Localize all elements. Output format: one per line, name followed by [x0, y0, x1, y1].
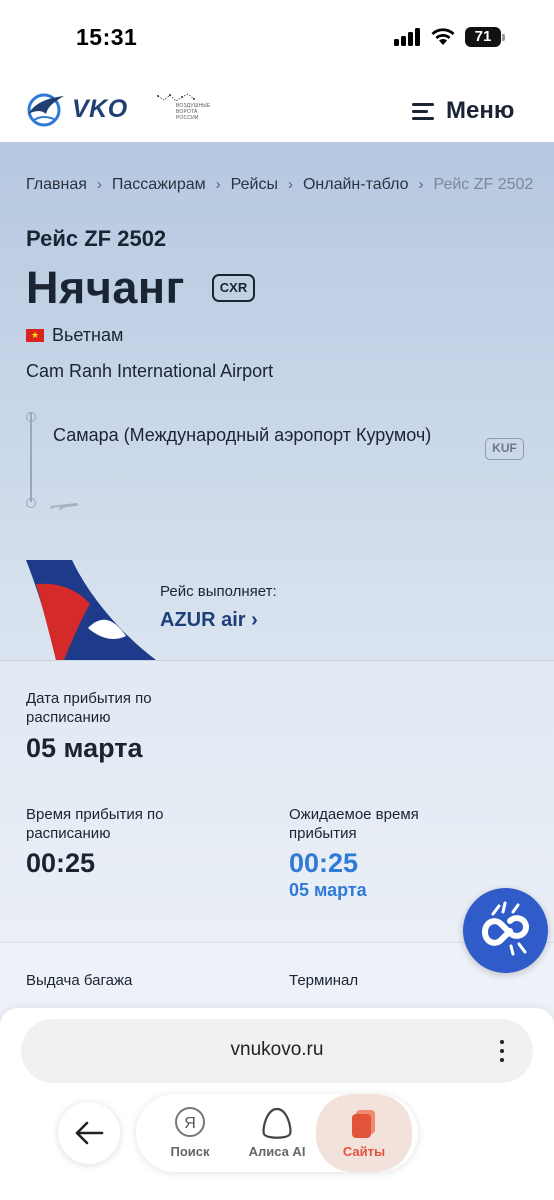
country-name: Вьетнам — [52, 325, 124, 345]
origin-airport: Самара (Международный аэропорт Курумоч) — [53, 425, 432, 445]
partner-logo-text: ВОЗДУШНЫЕ ВОРОТА РОССИИ — [176, 103, 211, 121]
arrow-left-icon — [75, 1121, 104, 1145]
flight-number: Рейс ZF 2502 — [26, 226, 167, 251]
destination-city: Нячанг — [26, 262, 185, 313]
search-tab[interactable]: Я Поиск — [144, 1094, 236, 1172]
origin-code-badge: KUF — [485, 438, 524, 460]
arrival-time-label: Время прибытия по расписанию — [26, 806, 164, 842]
alice-icon — [262, 1107, 292, 1139]
browser-toolbar: Я Поиск Алиса AI Сайты — [136, 1094, 418, 1172]
breadcrumb-online-board[interactable]: Онлайн-табло — [303, 176, 409, 194]
address-bar[interactable]: vnukovo.ru — [21, 1019, 533, 1083]
alice-tab-label: Алиса AI — [248, 1144, 306, 1159]
route-line — [22, 412, 42, 512]
flight-hero: Главная › Пассажирам › Рейсы › Онлайн-табло › Ре… — [0, 142, 554, 660]
operator-label: Рейс выполняет: — [160, 583, 277, 600]
vko-logo[interactable]: VKO — [26, 90, 136, 130]
arrival-date-label: Дата прибытия по расписанию — [26, 690, 152, 726]
breadcrumb-home[interactable]: Главная — [26, 176, 87, 194]
expected-time: 00:25 — [289, 848, 359, 878]
logo-text: VKO — [72, 95, 128, 123]
hamburger-icon — [412, 102, 434, 120]
chevron-right-icon: › — [96, 176, 102, 193]
airline-link[interactable]: AZUR air › — [160, 609, 258, 632]
sites-tab[interactable]: Сайты — [316, 1094, 412, 1172]
breadcrumb-passengers[interactable]: Пассажирам — [112, 176, 206, 194]
destination-country: ★ Вьетнам — [26, 325, 123, 346]
partner-logo: ВОЗДУШНЫЕ ВОРОТА РОССИИ — [154, 92, 222, 126]
airline-tail-logo — [26, 560, 156, 660]
svg-text:Я: Я — [184, 1115, 196, 1132]
search-tab-label: Поиск — [170, 1144, 210, 1159]
breadcrumb: Главная › Пассажирам › Рейсы › Онлайн-табло › Ре… — [26, 176, 533, 194]
bird-logo-icon — [27, 93, 64, 127]
chevron-right-icon: › — [418, 176, 424, 193]
menu-button[interactable]: Меню — [412, 96, 514, 126]
url-text: vnukovo.ru — [230, 1039, 324, 1060]
destination-code-badge: CXR — [212, 274, 255, 302]
alice-tab[interactable]: Алиса AI — [231, 1094, 323, 1172]
sites-icon — [352, 1110, 375, 1138]
breadcrumb-current: Рейс ZF 2502 — [433, 176, 534, 193]
chevron-right-icon: › — [287, 176, 293, 193]
battery-level: 71 — [465, 27, 501, 47]
status-bar: 15:31 71 — [0, 0, 554, 76]
chat-assistant-button[interactable] — [463, 888, 548, 973]
expected-date: 05 марта — [289, 880, 367, 900]
sites-tab-label: Сайты — [342, 1144, 386, 1159]
status-time: 15:31 — [76, 24, 138, 50]
terminal-label: Терминал — [289, 972, 359, 989]
more-options-icon[interactable] — [491, 1037, 513, 1065]
destination-airport: Cam Ranh International Airport — [26, 361, 274, 381]
arrival-time: 00:25 — [26, 848, 96, 878]
baggage-label: Выдача багажа — [26, 972, 133, 989]
vietnam-flag-icon: ★ — [26, 329, 44, 342]
back-button[interactable] — [58, 1102, 120, 1164]
cellular-signal-icon — [394, 28, 422, 46]
battery-icon: 71 — [465, 27, 505, 47]
yandex-icon: Я — [175, 1107, 205, 1137]
chevron-right-icon: › — [215, 176, 221, 193]
wifi-icon — [431, 28, 455, 45]
site-header: VKO ВОЗДУШНЫЕ ВОРОТА РОССИИ Меню — [0, 76, 554, 142]
arrival-date: 05 марта — [26, 733, 143, 763]
assistant-logo-icon — [482, 901, 530, 956]
breadcrumb-flights[interactable]: Рейсы — [231, 176, 278, 194]
plane-icon — [50, 503, 79, 510]
menu-label: Меню — [446, 97, 515, 124]
browser-bottom-bar: vnukovo.ru Я Поиск Алиса AI Сайты — [0, 1008, 554, 1200]
expected-time-label: Ожидаемое время прибытия — [289, 806, 419, 842]
